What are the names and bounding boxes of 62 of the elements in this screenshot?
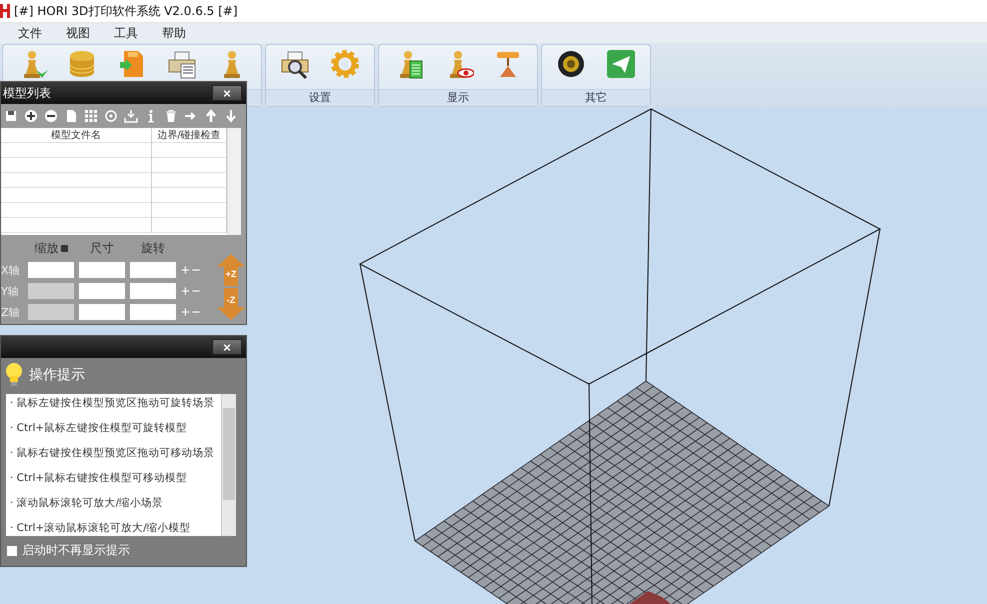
column-label: 旋转: [140, 240, 166, 257]
lens-icon: [555, 48, 587, 80]
model-shape[interactable]: [628, 591, 672, 604]
plus-circle-icon: [24, 109, 38, 123]
size-field[interactable]: [79, 283, 125, 299]
tip-text: · 滚动鼠标滚轮可放大/缩小场景: [10, 496, 164, 511]
decrease-button[interactable]: −: [192, 262, 201, 278]
panel-title: 模型列表: [3, 84, 51, 102]
toolbar-group-label: 其它: [542, 89, 650, 106]
tip-text: · Ctrl+滚动鼠标滚轮可放大/缩小模型: [10, 521, 192, 536]
minus-circle-icon: [44, 109, 58, 123]
increase-button[interactable]: +: [181, 304, 190, 320]
scrollbar[interactable]: [221, 394, 236, 536]
column-label: 缩放: [28, 240, 74, 257]
tip-text: · Ctrl+鼠标左键按住模型可旋转模型: [10, 421, 188, 436]
save-icon: [4, 109, 18, 123]
menu-item[interactable]: 视图: [54, 24, 102, 42]
decrease-button[interactable]: −: [192, 284, 201, 298]
checkbox[interactable]: [7, 546, 17, 556]
tips-title: 操作提示: [29, 366, 85, 384]
menu-item[interactable]: 工具: [102, 24, 150, 42]
rotation-field[interactable]: [130, 283, 176, 299]
window-title: [#] HORI 3D打印软件系统 V2.0.6.5 [#]: [14, 2, 238, 20]
light-bulb-icon: [5, 362, 23, 388]
toolbar-group-label: 设置: [266, 89, 374, 106]
increase-button[interactable]: +: [181, 262, 190, 278]
panel-tool-button[interactable]: [24, 109, 38, 123]
download-tray-icon: [124, 109, 138, 123]
tip-text: · 鼠标右键按住模型预览区拖动可移动场景: [10, 446, 216, 461]
close-button[interactable]: ×: [212, 85, 242, 101]
move-down-button[interactable]: -Z: [217, 288, 245, 320]
scrollbar[interactable]: [227, 128, 241, 235]
size-field[interactable]: [79, 304, 125, 320]
move-up-button[interactable]: +Z: [217, 254, 245, 286]
axis-label: Y轴: [1, 284, 20, 298]
column-label: 尺寸: [89, 240, 115, 257]
panel-tool-button[interactable]: [44, 109, 58, 123]
grid-icon: [84, 109, 98, 123]
gear-icon: [329, 48, 361, 80]
axis-label: X轴: [1, 262, 21, 278]
decrease-button[interactable]: −: [192, 304, 201, 320]
increase-button[interactable]: +: [181, 284, 190, 298]
app-logo-icon: [0, 4, 10, 18]
close-button[interactable]: ×: [212, 339, 242, 355]
paper-plane-icon: [605, 48, 637, 80]
axis-label: Z轴: [1, 304, 21, 320]
tip-text: · 鼠标左键按住模型预览区拖动可旋转场景: [10, 396, 216, 411]
rotation-field[interactable]: [130, 262, 176, 278]
scale-field[interactable]: [28, 262, 74, 278]
size-field[interactable]: [79, 262, 125, 278]
trash-icon: [164, 109, 178, 123]
toolbar-group-label: 显示: [379, 89, 537, 106]
arrow-down-icon: [224, 109, 238, 123]
menu-item[interactable]: 文件: [6, 24, 54, 42]
tip-text: · Ctrl+鼠标右键按住模型可移动模型: [10, 471, 188, 486]
rotation-field[interactable]: [130, 304, 176, 320]
menu-item[interactable]: 帮助: [150, 24, 198, 42]
crosshair-icon: [104, 109, 118, 123]
arrow-up-icon: [204, 109, 218, 123]
column-header: 模型文件名: [1, 128, 152, 143]
checkbox-label: 启动时不再显示提示: [22, 542, 130, 559]
panel-tool-button[interactable]: [4, 109, 18, 123]
